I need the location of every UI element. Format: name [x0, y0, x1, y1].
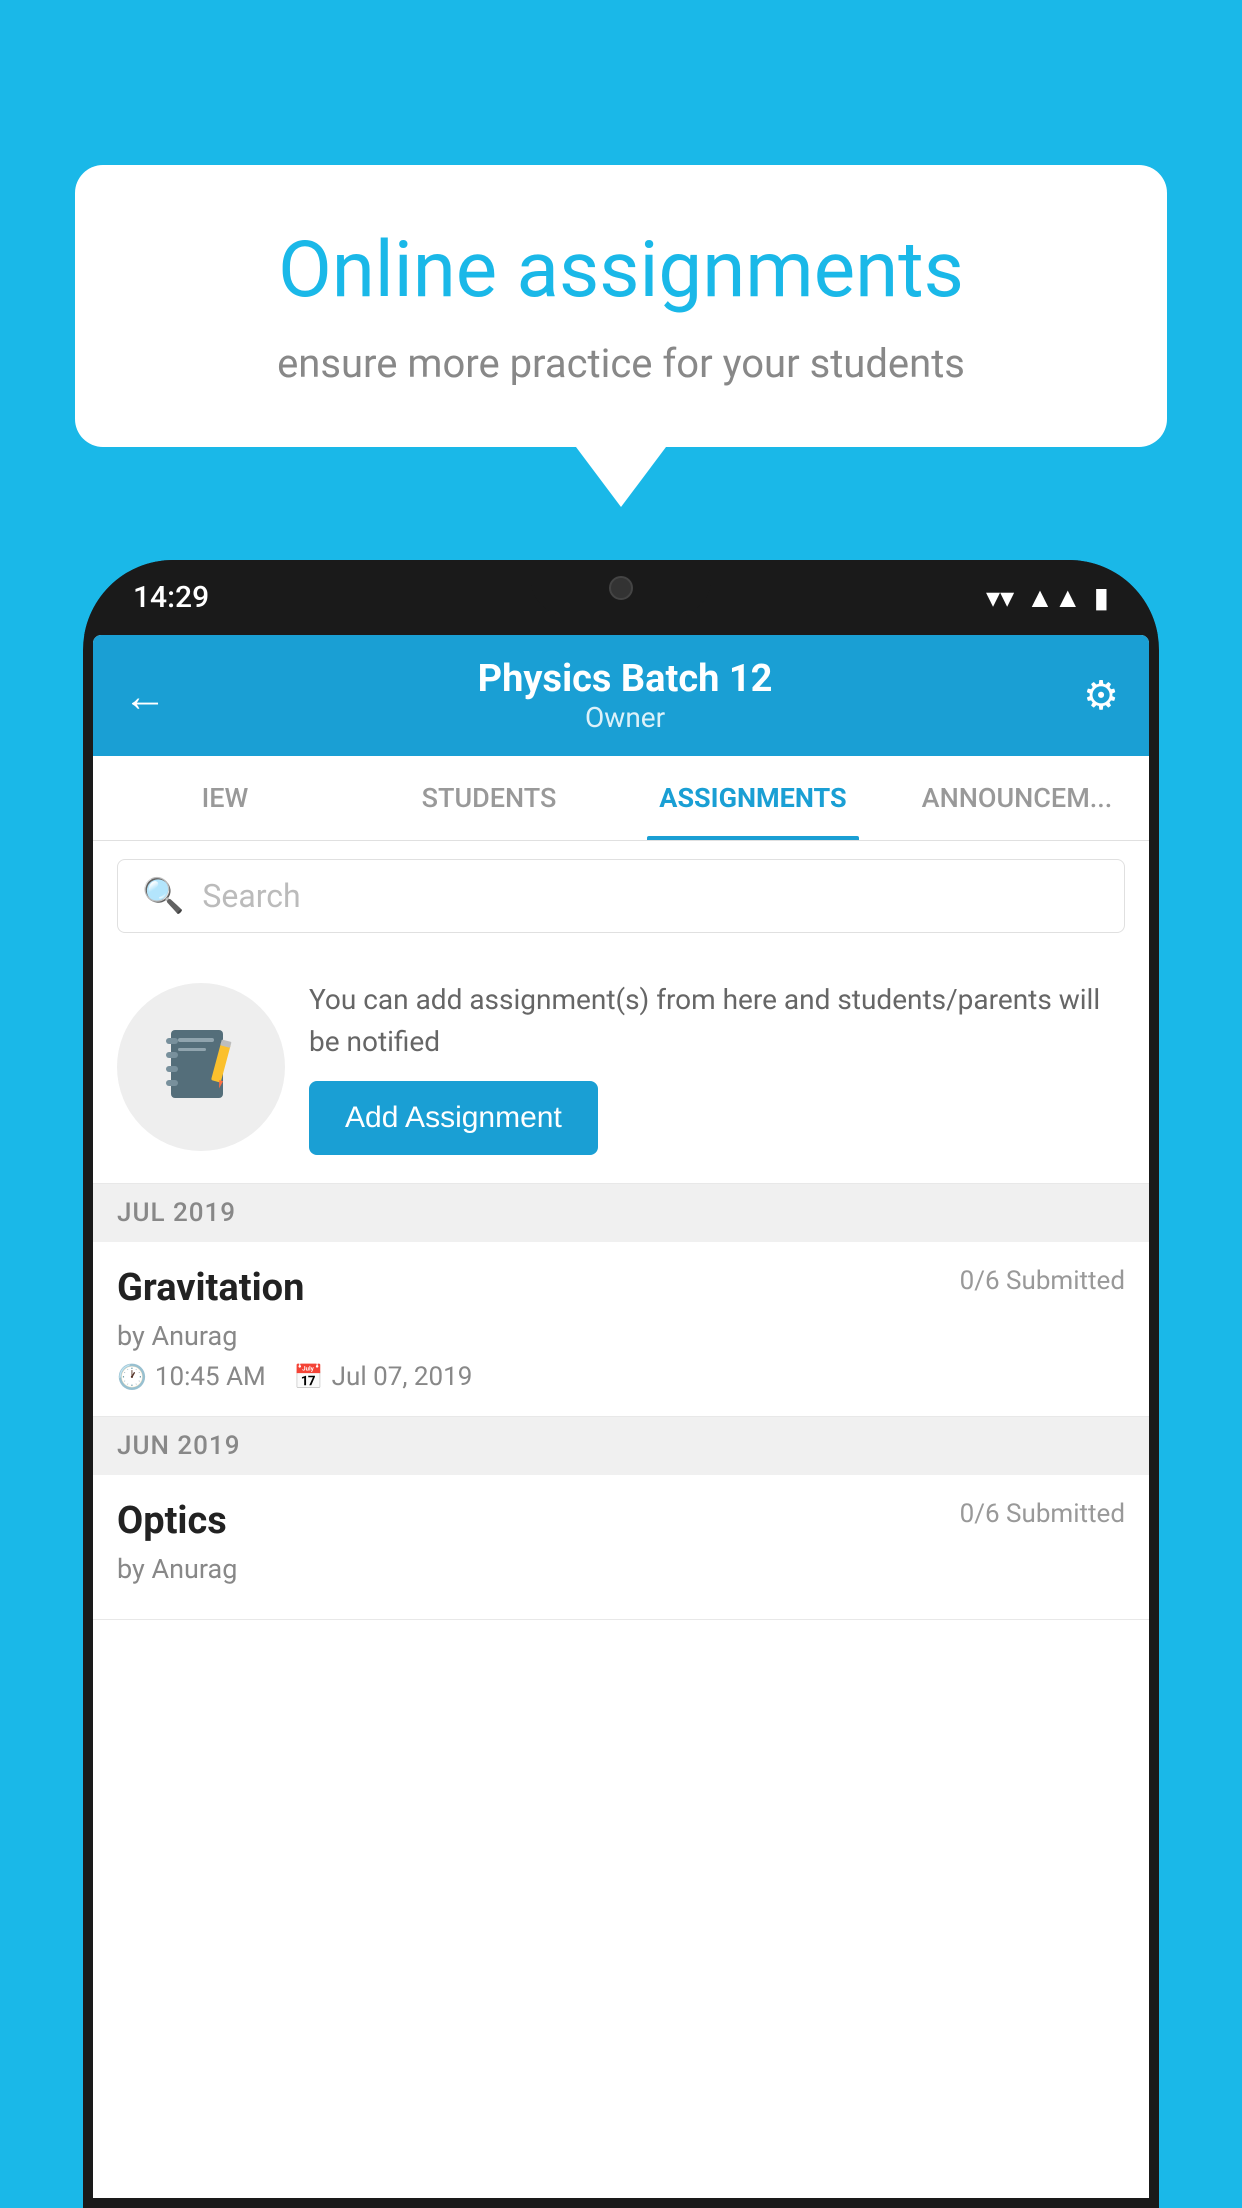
search-input-wrapper[interactable]: 🔍 Search — [117, 859, 1125, 933]
header-title-area: Physics Batch 12 Owner — [478, 657, 773, 734]
signal-icon: ▲▲ — [1026, 581, 1081, 614]
assignment-author: by Anurag — [117, 1320, 1125, 1352]
phone-frame: 14:29 ▾▾ ▲▲ ▮ ← Physics Batch 12 Owner ⚙… — [83, 560, 1159, 2208]
status-bar: 14:29 ▾▾ ▲▲ ▮ — [83, 560, 1159, 635]
phone-notch — [531, 560, 711, 615]
phone-camera — [609, 576, 633, 600]
back-button[interactable]: ← — [123, 670, 167, 722]
assignment-item-optics[interactable]: Optics 0/6 Submitted by Anurag — [93, 1475, 1149, 1620]
tab-assignments[interactable]: ASSIGNMENTS — [621, 756, 885, 840]
assignment-optics-title: Optics — [117, 1499, 227, 1543]
status-icons: ▾▾ ▲▲ ▮ — [986, 581, 1109, 614]
settings-button[interactable]: ⚙ — [1083, 672, 1119, 719]
status-time: 14:29 — [133, 580, 209, 615]
speech-bubble-subtitle: ensure more practice for your students — [145, 340, 1097, 387]
tab-students[interactable]: STUDENTS — [357, 756, 621, 840]
assignment-item-gravitation[interactable]: Gravitation 0/6 Submitted by Anurag 🕐 10… — [93, 1242, 1149, 1417]
speech-bubble-section: Online assignments ensure more practice … — [75, 165, 1167, 507]
tab-iew[interactable]: IEW — [93, 756, 357, 840]
app-content: ← Physics Batch 12 Owner ⚙ IEW STUDENTS … — [93, 635, 1149, 2198]
app-header: ← Physics Batch 12 Owner ⚙ — [93, 635, 1149, 756]
assignment-top-row: Gravitation 0/6 Submitted — [117, 1266, 1125, 1310]
header-title: Physics Batch 12 — [478, 657, 773, 701]
promo-content: You can add assignment(s) from here and … — [309, 979, 1125, 1155]
header-subtitle: Owner — [478, 701, 773, 734]
search-placeholder: Search — [202, 877, 300, 915]
battery-icon: ▮ — [1094, 581, 1109, 614]
assignment-optics-author: by Anurag — [117, 1553, 1125, 1585]
assignment-time: 🕐 10:45 AM — [117, 1362, 266, 1392]
wifi-icon: ▾▾ — [986, 581, 1014, 614]
speech-bubble: Online assignments ensure more practice … — [75, 165, 1167, 447]
promo-icon-circle — [117, 983, 285, 1151]
assignment-date: 📅 Jul 07, 2019 — [294, 1362, 473, 1392]
speech-bubble-pointer — [576, 447, 666, 507]
notebook-icon — [156, 1022, 246, 1112]
speech-bubble-title: Online assignments — [145, 225, 1097, 316]
tab-announcements[interactable]: ANNOUNCEM... — [885, 756, 1149, 840]
promo-text: You can add assignment(s) from here and … — [309, 979, 1125, 1063]
clock-icon: 🕐 — [117, 1363, 147, 1391]
add-assignment-button[interactable]: Add Assignment — [309, 1081, 598, 1155]
assignment-optics-submitted: 0/6 Submitted — [960, 1499, 1125, 1529]
assignment-time-value: 10:45 AM — [155, 1362, 266, 1392]
section-header-jun: JUN 2019 — [93, 1417, 1149, 1475]
promo-section: You can add assignment(s) from here and … — [93, 951, 1149, 1184]
assignment-submitted: 0/6 Submitted — [960, 1266, 1125, 1296]
assignment-meta: 🕐 10:45 AM 📅 Jul 07, 2019 — [117, 1362, 1125, 1392]
section-header-jul: JUL 2019 — [93, 1184, 1149, 1242]
tab-bar: IEW STUDENTS ASSIGNMENTS ANNOUNCEM... — [93, 756, 1149, 841]
calendar-icon: 📅 — [294, 1363, 324, 1391]
assignment-date-value: Jul 07, 2019 — [332, 1362, 473, 1392]
search-container: 🔍 Search — [93, 841, 1149, 951]
search-icon: 🔍 — [142, 876, 184, 916]
assignment-optics-top-row: Optics 0/6 Submitted — [117, 1499, 1125, 1543]
assignment-title: Gravitation — [117, 1266, 304, 1310]
